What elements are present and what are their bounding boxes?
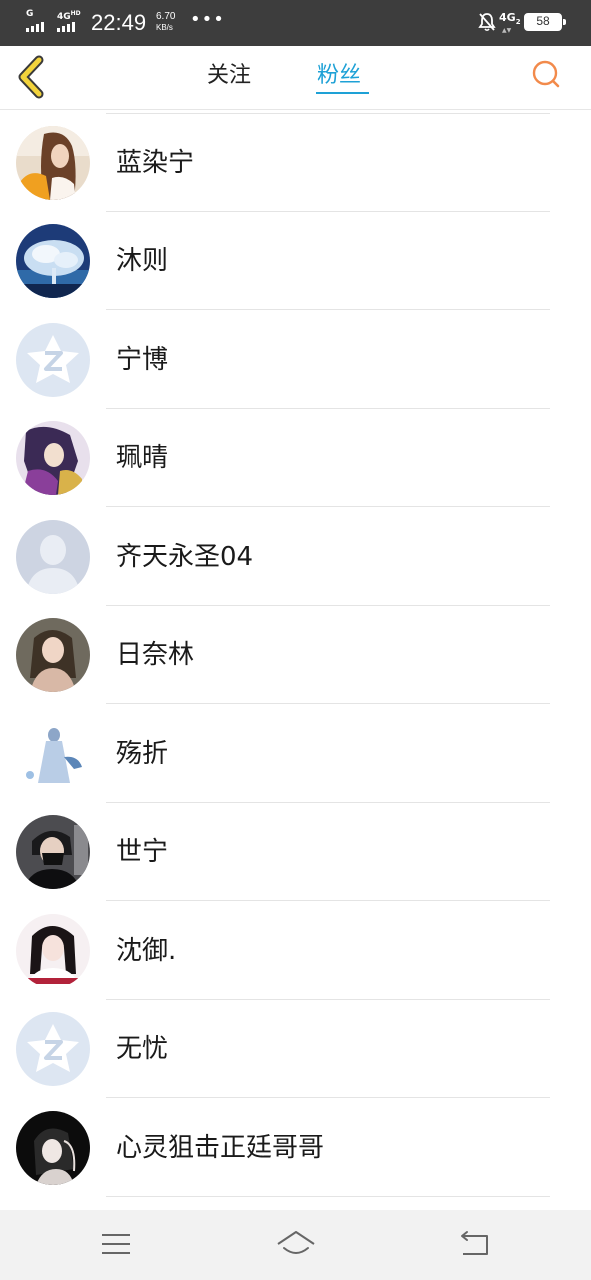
fan-nickname: 世宁	[116, 837, 169, 867]
list-item[interactable]: 日奈林	[0, 602, 591, 704]
list-item[interactable]: 蓝染宁	[0, 110, 591, 212]
list-item[interactable]: 殇折	[0, 701, 591, 803]
list-item[interactable]: 心灵狙击正廷哥哥	[0, 1095, 591, 1197]
avatar[interactable]	[16, 1111, 90, 1185]
system-nav-bar	[0, 1210, 591, 1280]
active-tab-indicator	[316, 92, 369, 94]
fan-nickname: 心灵狙击正廷哥哥	[116, 1133, 325, 1163]
network-speed-unit: KB/s	[156, 23, 173, 32]
battery-level: 58	[536, 14, 550, 28]
avatar[interactable]	[16, 717, 90, 791]
clock: 22:49	[91, 10, 147, 35]
return-button[interactable]	[453, 1224, 497, 1264]
fan-nickname: 殇折	[116, 739, 169, 769]
search-icon	[532, 60, 560, 88]
chevron-left-icon	[18, 55, 44, 99]
avatar[interactable]	[16, 618, 90, 692]
header: 关注 粉丝	[0, 46, 591, 110]
tab-fans[interactable]: 粉丝	[317, 60, 361, 92]
network-label-1: G	[26, 9, 34, 19]
list-item[interactable]: 沐则	[0, 208, 591, 310]
fan-nickname: 宁博	[116, 345, 169, 375]
list-item[interactable]: 无忧	[0, 996, 591, 1098]
avatar[interactable]	[16, 421, 90, 495]
avatar[interactable]	[16, 914, 90, 988]
fan-nickname: 齐天永圣04	[116, 542, 254, 572]
search-button[interactable]	[526, 56, 566, 96]
list-item[interactable]	[0, 1194, 591, 1210]
home-button[interactable]	[274, 1224, 318, 1264]
avatar[interactable]	[16, 126, 90, 200]
fan-nickname: 沐则	[116, 246, 169, 276]
fan-nickname: 蓝染宁	[116, 148, 195, 178]
bell-muted-icon	[478, 12, 496, 32]
more-notifications-icon: •••	[190, 9, 225, 30]
list-item[interactable]: 宁博	[0, 307, 591, 409]
list-item[interactable]: 齐天永圣04	[0, 504, 591, 606]
network-type-indicator: 4G2 ▲▼	[499, 11, 521, 35]
list-item[interactable]: 世宁	[0, 799, 591, 901]
battery-icon: 58	[524, 13, 566, 31]
network-speed-value: 6.70	[156, 11, 176, 22]
fans-list[interactable]: 蓝染宁 沐则 宁博 珮晴 齐天永圣04 日奈林 殇折 世宁 沈御. 无忧 心灵狙…	[0, 110, 591, 1210]
list-item[interactable]: 沈御.	[0, 898, 591, 1000]
avatar[interactable]	[16, 224, 90, 298]
status-bar: G 4GHD 22:49 6.70 KB/s ••• 4G2 ▲▼ 58	[0, 0, 591, 46]
avatar[interactable]	[16, 323, 90, 397]
home-icon	[277, 1231, 315, 1254]
tab-following[interactable]: 关注	[207, 60, 251, 92]
fan-nickname: 无忧	[116, 1034, 169, 1064]
avatar[interactable]	[16, 520, 90, 594]
menu-button[interactable]	[94, 1224, 138, 1264]
network-speed: 6.70 KB/s	[156, 12, 175, 33]
network-label-2: 4GHD	[57, 10, 81, 22]
avatar[interactable]	[16, 1012, 90, 1086]
menu-icon	[102, 1234, 130, 1254]
fan-nickname: 日奈林	[116, 640, 195, 670]
return-icon	[461, 1231, 488, 1255]
back-button[interactable]	[12, 54, 52, 100]
signal-bars-icon	[57, 22, 81, 32]
fan-nickname: 沈御.	[116, 936, 177, 966]
fan-nickname: 珮晴	[116, 443, 169, 473]
signal-bars-icon	[26, 22, 50, 32]
list-item[interactable]: 珮晴	[0, 405, 591, 507]
avatar[interactable]	[16, 815, 90, 889]
